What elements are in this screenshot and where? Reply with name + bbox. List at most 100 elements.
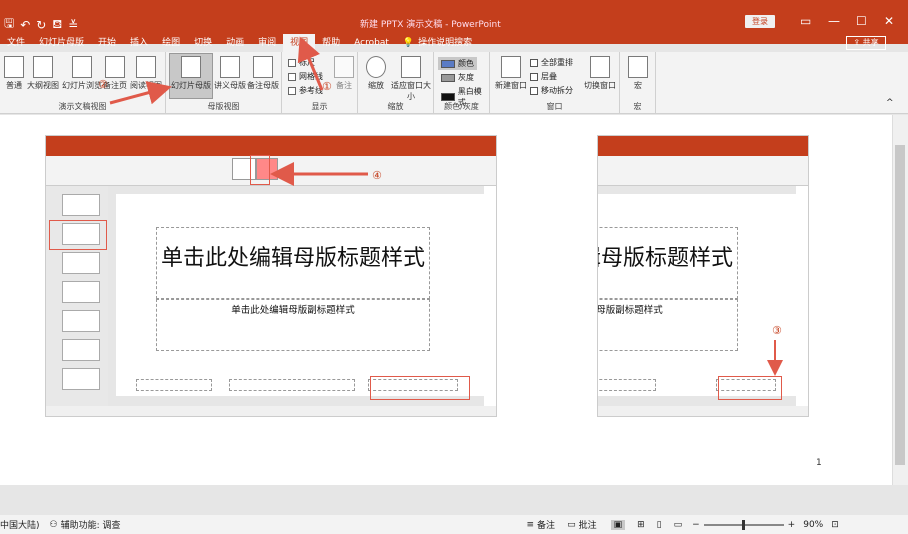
color-label: 颜色 <box>458 59 474 68</box>
fit-window-label: 适应窗口大小 <box>391 81 431 101</box>
notes-master-button[interactable]: 备注母版 <box>246 56 280 91</box>
zoom-out-icon[interactable]: − <box>692 520 700 530</box>
redo-icon[interactable]: ↻ <box>36 18 46 32</box>
mini-title-bar <box>598 136 808 156</box>
tab-animations[interactable]: 动画 <box>219 34 251 52</box>
layout-thumbnail[interactable] <box>62 310 100 332</box>
move-split-button[interactable]: 移动拆分 <box>530 85 573 96</box>
undo-icon[interactable]: ↶ <box>20 18 30 32</box>
footer-placeholder[interactable] <box>598 379 656 391</box>
guides-checkbox[interactable]: 参考线 <box>288 85 323 96</box>
group-label: 演示文稿视图 <box>58 102 107 111</box>
handout-master-button[interactable]: 讲义母版 <box>214 56 246 91</box>
new-window-button[interactable]: 新建窗口 <box>494 56 528 91</box>
slide-sorter-status-icon[interactable]: ⊞ <box>637 520 645 530</box>
tab-help[interactable]: 帮助 <box>315 34 347 52</box>
accessibility-status[interactable]: 辅助功能: 调查 <box>61 518 121 531</box>
tab-acrobat[interactable]: Acrobat <box>347 34 396 52</box>
title-placeholder[interactable]: 单击此处编辑母版标题样式 <box>598 227 738 299</box>
gridlines-checkbox[interactable]: 网格线 <box>288 71 323 82</box>
accessibility-icon: ⚇ <box>49 519 58 530</box>
normal-view-button[interactable]: 普通 <box>2 56 26 91</box>
tab-insert[interactable]: 插入 <box>123 34 155 52</box>
layout-thumbnail[interactable] <box>62 368 100 390</box>
subtitle-placeholder[interactable]: 单击此处编辑母版副标题样式 <box>156 299 430 351</box>
master-thumbnail[interactable] <box>62 194 100 216</box>
date-placeholder[interactable] <box>136 379 212 391</box>
minimize-icon[interactable]: — <box>828 14 840 28</box>
group-label: 宏 <box>633 102 642 111</box>
mini-ribbon <box>598 156 808 186</box>
annotation-1: ① <box>322 80 332 93</box>
tab-review[interactable]: 审阅 <box>251 34 283 52</box>
layout-thumbnail[interactable] <box>62 281 100 303</box>
ruler-checkbox[interactable]: 标尺 <box>288 57 315 68</box>
notes-master-icon <box>253 56 273 78</box>
reading-view-button[interactable]: 阅读视图 <box>128 56 164 91</box>
arrange-all-button[interactable]: 全部重排 <box>530 57 573 68</box>
group-master-views: 幻灯片母版 讲义母版 备注母版 母版视图 <box>166 52 282 114</box>
zoom-slider-thumb[interactable] <box>741 519 745 530</box>
color-button[interactable]: 颜色 <box>438 57 477 70</box>
cascade-button[interactable]: 层叠 <box>530 71 557 82</box>
present-icon[interactable]: ⛾ <box>52 17 62 33</box>
layout-thumbnail[interactable] <box>62 252 100 274</box>
language-status[interactable]: 中国大陆) <box>0 518 40 531</box>
customize-icon[interactable]: ≚ <box>68 18 78 32</box>
new-window-icon <box>501 56 521 78</box>
slide-sorter-button[interactable]: 幻灯片浏览 <box>62 56 102 91</box>
close-icon[interactable]: ✕ <box>884 14 894 28</box>
scroll-thumb[interactable] <box>895 145 905 465</box>
slideshow-status-icon[interactable]: ▭ <box>674 520 683 530</box>
grayscale-button[interactable]: 灰度 <box>441 72 474 83</box>
tab-home[interactable]: 开始 <box>91 34 123 52</box>
title-placeholder[interactable]: 单击此处编辑母版标题样式 <box>156 227 430 299</box>
comments-status-button[interactable]: 批注 <box>579 518 597 531</box>
zoom-button[interactable]: 缩放 <box>364 56 388 91</box>
fit-window-button[interactable]: 适应窗口大小 <box>390 56 432 102</box>
slide-subtitle: 单击此处编辑母版副标题样式 <box>597 305 663 316</box>
footer-placeholder[interactable] <box>229 379 355 391</box>
notes-status-button[interactable]: 备注 <box>537 518 555 531</box>
notes-master-label: 备注母版 <box>247 81 279 90</box>
mini-status-bar <box>598 406 808 416</box>
subtitle-placeholder[interactable]: 单击此处编辑母版副标题样式 <box>597 299 738 351</box>
fit-slide-icon[interactable]: ⊡ <box>831 520 839 530</box>
notes-button[interactable]: 备注 <box>332 56 356 91</box>
mini-title-bar <box>46 136 496 156</box>
layout-thumbnail[interactable] <box>62 339 100 361</box>
ribbon-display-icon[interactable]: ▭ <box>800 14 811 28</box>
group-label: 窗口 <box>546 102 563 111</box>
notes-icon <box>334 56 354 78</box>
tab-transitions[interactable]: 切换 <box>187 34 219 52</box>
tab-slide-master[interactable]: 幻灯片母版 <box>32 34 91 52</box>
tell-me-label: 操作说明搜索 <box>418 38 473 48</box>
color-swatch <box>441 59 455 68</box>
normal-view-status-icon[interactable]: ▣ <box>610 519 626 530</box>
outline-view-label: 大纲视图 <box>27 81 59 90</box>
gridlines-check <box>288 72 296 81</box>
zoom-level[interactable]: 90% <box>803 520 823 530</box>
switch-window-label: 切换窗口 <box>584 81 616 90</box>
zoom-slider[interactable] <box>703 519 784 530</box>
move-split-label: 移动拆分 <box>541 86 573 95</box>
tab-file[interactable]: 文件 <box>0 34 32 52</box>
status-bar: 中国大陆) ⚇ 辅助功能: 调查 ≡ 备注 ▭ 批注 ▣ ⊞ ▯ ▭ − + 9… <box>0 515 908 534</box>
share-button[interactable]: ⇪ 共享 <box>846 36 886 50</box>
tab-view[interactable]: 视图 <box>283 34 316 52</box>
collapse-ribbon-icon[interactable]: ^ <box>886 98 894 108</box>
tab-draw[interactable]: 绘图 <box>155 34 187 52</box>
switch-window-button[interactable]: 切换窗口 <box>582 56 618 91</box>
master-slide: 单击此处编辑母版标题样式 单击此处编辑母版副标题样式 <box>597 194 798 396</box>
gridlines-label: 网格线 <box>299 72 323 81</box>
tell-me-search[interactable]: 💡 操作说明搜索 <box>396 34 479 52</box>
macros-button[interactable]: 宏 <box>626 56 650 91</box>
slide-master-button[interactable]: 幻灯片母版 <box>169 53 213 99</box>
login-button[interactable]: 登录 <box>745 15 775 28</box>
vertical-scrollbar[interactable] <box>892 115 908 485</box>
reading-view-status-icon[interactable]: ▯ <box>657 520 662 530</box>
outline-view-button[interactable]: 大纲视图 <box>26 56 60 91</box>
save-icon[interactable]: 🖫 <box>4 14 14 35</box>
zoom-in-icon[interactable]: + <box>788 520 796 530</box>
maximize-icon[interactable]: ☐ <box>856 14 867 28</box>
